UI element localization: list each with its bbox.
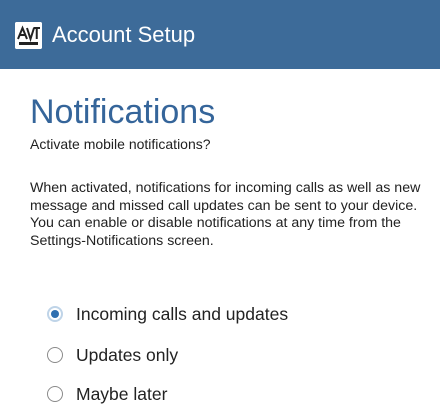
option-incoming-calls-and-updates[interactable]: Incoming calls and updates bbox=[47, 301, 288, 327]
option-maybe-later[interactable]: Maybe later bbox=[47, 381, 167, 407]
notifications-description: When activated, notifications for incomi… bbox=[30, 180, 421, 249]
page-subtitle: Activate mobile notifications? bbox=[30, 136, 211, 152]
radio-label: Updates only bbox=[76, 345, 179, 365]
radio-label: Incoming calls and updates bbox=[76, 304, 289, 324]
option-updates-only[interactable]: Updates only bbox=[47, 342, 178, 368]
radio-selected-icon[interactable] bbox=[47, 306, 63, 322]
radio-unselected-icon[interactable] bbox=[47, 347, 63, 363]
app-bar: Account Setup bbox=[0, 0, 440, 69]
radio-label: Maybe later bbox=[76, 384, 168, 404]
avt-logo-icon bbox=[15, 22, 42, 49]
page-title: Notifications bbox=[30, 93, 216, 131]
app-title: Account Setup bbox=[52, 22, 196, 47]
radio-unselected-icon[interactable] bbox=[47, 386, 63, 402]
